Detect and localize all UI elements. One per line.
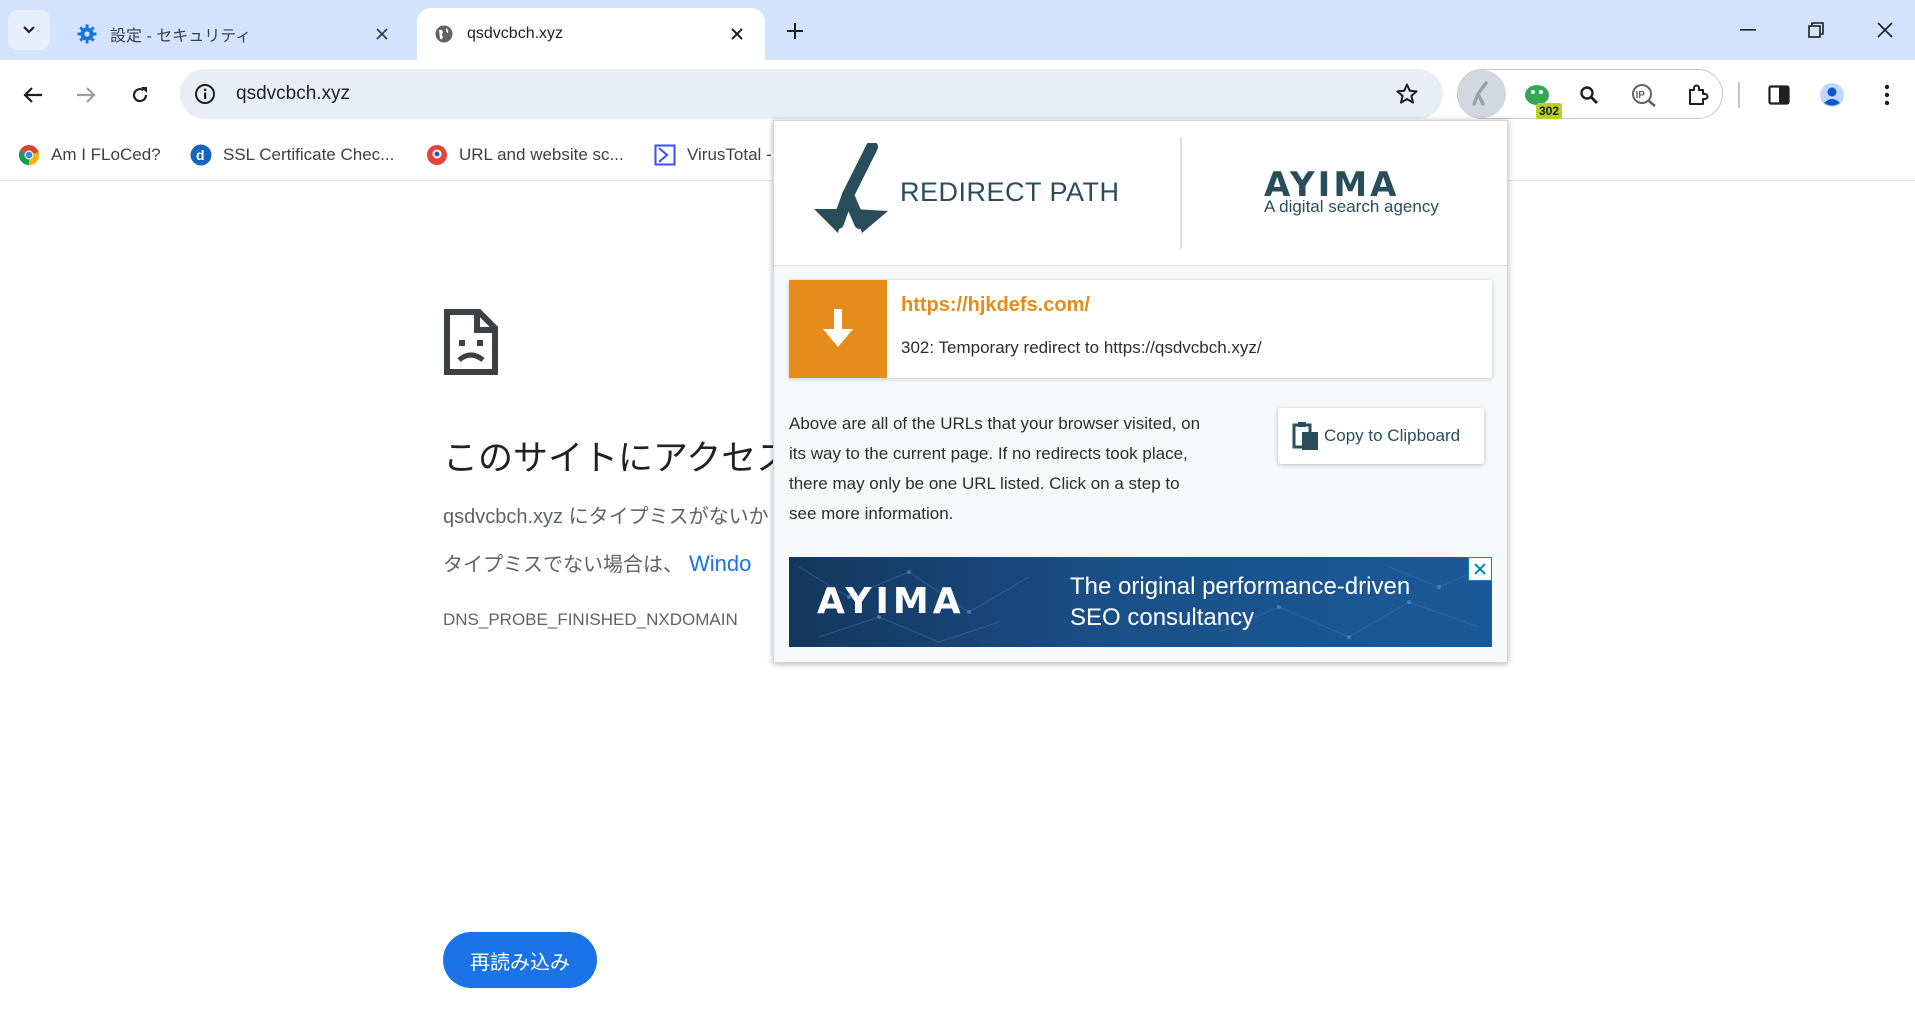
redirect-path-icon bbox=[1472, 81, 1488, 106]
ayima-ad-banner[interactable]: AYIMA The original performance-driven SE… bbox=[789, 557, 1492, 647]
tab-strip: 設定 - セキュリティ qsdvcbch.xyz bbox=[0, 0, 1915, 60]
step-description: 302: Temporary redirect to https://qsdvc… bbox=[901, 338, 1262, 357]
chrome-icon bbox=[17, 143, 41, 167]
close-icon[interactable] bbox=[725, 22, 749, 46]
ad-close-button[interactable] bbox=[1468, 557, 1492, 581]
url-text[interactable]: qsdvcbch.xyz bbox=[236, 83, 1389, 105]
info-text: Above are all of the URLs that your brow… bbox=[789, 414, 1201, 523]
redirect-path-popup: REDIRECT PATH AYIMA A digital search age… bbox=[773, 120, 1508, 663]
bookmark-label: Am I FLoCed? bbox=[51, 145, 161, 164]
close-icon bbox=[1877, 22, 1893, 38]
bookmark-am-i-floced[interactable]: Am I FLoCed? bbox=[17, 138, 161, 172]
forward-button[interactable] bbox=[66, 75, 106, 115]
minimize-icon bbox=[1740, 29, 1756, 31]
site-info-icon[interactable] bbox=[190, 79, 220, 109]
header-divider bbox=[1180, 137, 1182, 249]
more-vert-icon bbox=[1884, 84, 1890, 106]
bookmark-label: SSL Certificate Chec... bbox=[223, 145, 395, 164]
new-tab-button[interactable] bbox=[778, 14, 812, 48]
close-icon[interactable] bbox=[370, 22, 394, 46]
toolbar-divider bbox=[1738, 82, 1740, 108]
copy-label: Copy to Clipboard bbox=[1324, 426, 1461, 445]
chevron-down-icon bbox=[23, 26, 35, 34]
avatar-icon bbox=[1820, 83, 1844, 107]
tab-title: 設定 - セキュリティ bbox=[110, 28, 252, 45]
bookmark-label: URL and website sc... bbox=[459, 145, 624, 164]
ad-ayima-logo: AYIMA bbox=[817, 581, 965, 622]
sad-document-icon bbox=[444, 309, 498, 375]
close-window-button[interactable] bbox=[1862, 12, 1908, 48]
copy-to-clipboard-button[interactable]: Copy to Clipboard bbox=[1278, 408, 1484, 464]
error-suggestion: タイプミスでない場合は、 Windo bbox=[443, 548, 751, 577]
error-title: このサイトにアクセス bbox=[443, 439, 792, 478]
redirect-arrow-icon bbox=[789, 280, 887, 378]
popup-header: REDIRECT PATH AYIMA A digital search age… bbox=[774, 121, 1507, 266]
redirect-step[interactable]: https://hjkdefs.com/ 302: Temporary redi… bbox=[789, 280, 1492, 378]
svg-text:d: d bbox=[196, 147, 205, 163]
d-logo-icon: d bbox=[189, 143, 213, 167]
arrow-left-icon bbox=[23, 87, 42, 103]
bookmark-ssl-certificate-checker[interactable]: d SSL Certificate Chec... bbox=[189, 138, 394, 172]
ayima-tagline: A digital search agency bbox=[1264, 197, 1439, 216]
virustotal-icon bbox=[653, 143, 677, 167]
reload-page-button[interactable]: 再読み込み bbox=[443, 932, 597, 988]
tab-title: qsdvcbch.xyz bbox=[467, 25, 564, 42]
step-url[interactable]: https://hjkdefs.com/ bbox=[901, 294, 1090, 317]
tab-search-button[interactable] bbox=[8, 10, 50, 50]
side-panel-button[interactable] bbox=[1756, 73, 1802, 117]
restore-button[interactable] bbox=[1793, 12, 1839, 48]
reload-button[interactable] bbox=[120, 75, 160, 115]
redirect-path-logo bbox=[814, 143, 888, 233]
error-description: qsdvcbch.xyz にタイプミスがないか bbox=[443, 506, 769, 528]
search-icon bbox=[1580, 86, 1598, 104]
gear-icon bbox=[76, 23, 98, 45]
puzzle-icon bbox=[1689, 84, 1709, 105]
refresh-icon bbox=[132, 87, 148, 103]
bookmark-urlscan[interactable]: URL and website sc... bbox=[425, 138, 624, 172]
urlscan-icon bbox=[425, 143, 449, 167]
diagnostics-link[interactable]: Windo bbox=[689, 551, 751, 576]
ad-headline: The original performance-driven SEO cons… bbox=[1070, 571, 1410, 633]
http-status-extension-button[interactable]: 302 bbox=[1514, 73, 1563, 119]
arrow-right-icon bbox=[77, 87, 96, 103]
extensions-menu-button[interactable] bbox=[1675, 73, 1721, 117]
profile-button[interactable] bbox=[1809, 73, 1855, 117]
tab-qsdvcbch[interactable]: qsdvcbch.xyz bbox=[417, 8, 765, 60]
restore-icon bbox=[1808, 22, 1824, 38]
back-button[interactable] bbox=[13, 75, 53, 115]
plus-icon bbox=[787, 23, 803, 39]
side-panel-icon bbox=[1768, 85, 1790, 105]
ad-line: SEO consultancy bbox=[1070, 604, 1255, 631]
clipboard-icon bbox=[1292, 422, 1318, 450]
status-badge: 302 bbox=[1536, 103, 1563, 119]
error-suggestion-text: タイプミスでない場合は、 bbox=[443, 554, 683, 576]
ip-lookup-extension-button[interactable]: IP bbox=[1621, 73, 1667, 117]
tab-settings[interactable]: 設定 - セキュリティ bbox=[60, 8, 410, 60]
svg-text:IP: IP bbox=[1636, 90, 1646, 101]
bookmark-virustotal[interactable]: VirusTotal - bbox=[653, 138, 772, 172]
globe-icon bbox=[433, 23, 455, 45]
bookmark-label: VirusTotal - bbox=[687, 145, 772, 164]
browser-menu-button[interactable] bbox=[1864, 73, 1910, 117]
close-icon bbox=[1474, 563, 1486, 575]
ad-line: The original performance-driven bbox=[1070, 573, 1411, 600]
bookmark-star-icon[interactable] bbox=[1389, 76, 1425, 112]
redirect-path-extension-button[interactable] bbox=[1458, 70, 1506, 118]
error-code: DNS_PROBE_FINISHED_NXDOMAIN bbox=[443, 610, 738, 629]
ip-icon: IP bbox=[1632, 84, 1656, 107]
minimize-button[interactable] bbox=[1725, 12, 1771, 48]
search-extension-button[interactable] bbox=[1566, 73, 1612, 117]
redirect-path-brand: REDIRECT PATH bbox=[900, 177, 1120, 207]
address-bar[interactable]: qsdvcbch.xyz bbox=[180, 69, 1443, 119]
